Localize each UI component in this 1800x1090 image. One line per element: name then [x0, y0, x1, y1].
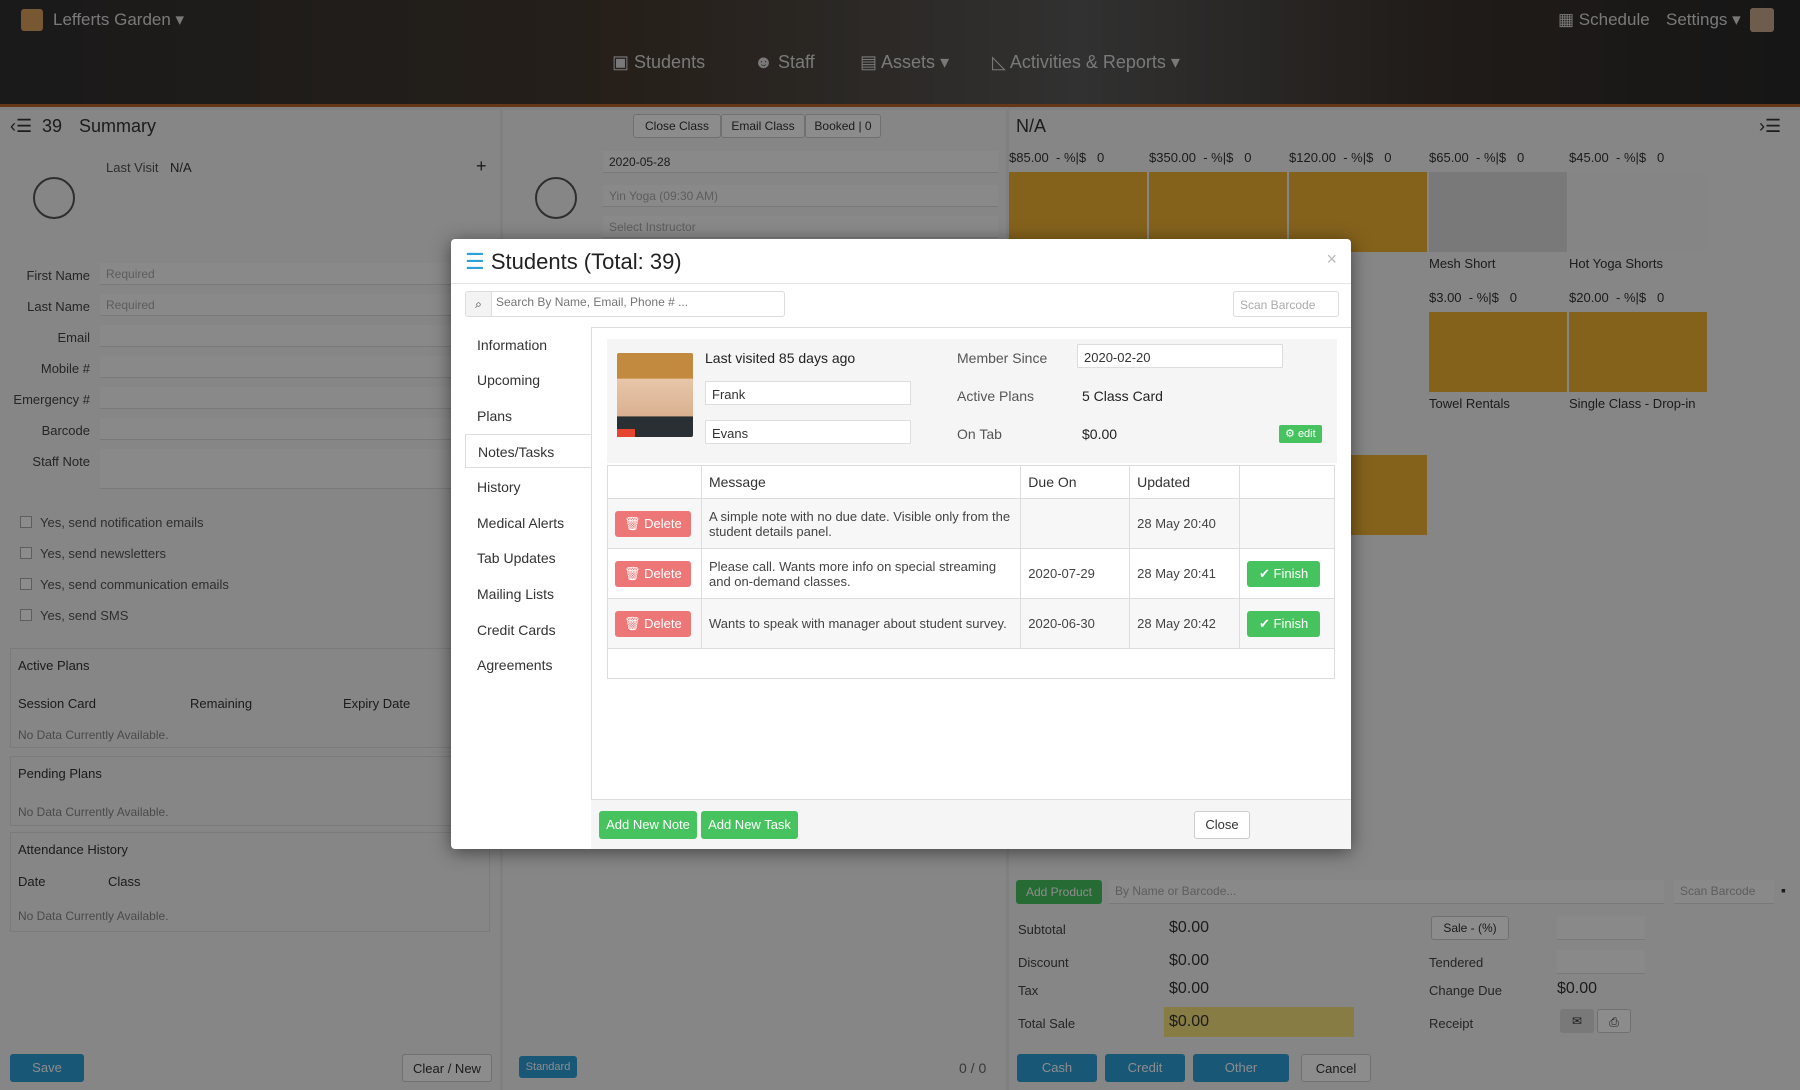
students-modal: ☰ Students (Total: 39) × ⌕ Scan Barcode … [451, 239, 1351, 849]
edit-label: edit [1297, 428, 1316, 440]
tab-agreements[interactable]: Agreements [465, 648, 591, 682]
note-due: 2020-07-29 [1020, 548, 1131, 599]
close-button[interactable]: Close [1194, 811, 1250, 839]
on-tab-label: On Tab [957, 426, 1002, 442]
note-due [1020, 498, 1131, 549]
divider [451, 283, 1351, 284]
close-icon[interactable]: × [1326, 249, 1337, 270]
delete-button[interactable]: 🗑 Delete [615, 560, 691, 587]
note-updated: 28 May 20:42 [1129, 598, 1240, 649]
notes-table: Message Due On Updated 🗑 Delete A simple… [607, 465, 1335, 679]
search-icon: ⌕ [466, 292, 492, 316]
add-new-note-button[interactable]: Add New Note [599, 811, 697, 839]
finish-label: Finish [1273, 615, 1309, 631]
col-actions [607, 465, 702, 499]
member-since-label: Member Since [957, 350, 1048, 366]
table-empty-row [607, 648, 1335, 679]
finish-label: Finish [1273, 565, 1309, 581]
trash-icon: 🗑 [624, 615, 641, 631]
check-icon: ✔ [1259, 565, 1270, 581]
member-since-field[interactable]: 2020-02-20 [1077, 344, 1283, 368]
note-updated: 28 May 20:41 [1129, 548, 1240, 599]
table-header-row: Message Due On Updated [607, 465, 1335, 499]
modal-title-text: Students (Total: 39) [490, 249, 682, 274]
tab-medical-alerts[interactable]: Medical Alerts [465, 506, 591, 540]
on-tab-value: $0.00 [1082, 426, 1118, 442]
gear-icon: ⚙ [1285, 428, 1295, 440]
trash-icon: 🗑 [624, 565, 641, 581]
col-message: Message [700, 465, 1022, 499]
student-search[interactable]: ⌕ [465, 291, 785, 317]
table-row: 🗑 Delete A simple note with no due date.… [607, 498, 1335, 549]
note-updated: 28 May 20:40 [1129, 498, 1240, 549]
note-message: Wants to speak with manager about studen… [700, 598, 1022, 649]
tab-credit-cards[interactable]: Credit Cards [465, 613, 591, 647]
delete-label: Delete [644, 565, 682, 581]
scan-barcode-input[interactable]: Scan Barcode [1233, 291, 1339, 317]
first-name-field[interactable]: Frank [705, 381, 911, 405]
finish-button[interactable]: ✔ Finish [1247, 610, 1321, 637]
col-updated: Updated [1129, 465, 1240, 499]
status-flag [617, 429, 635, 437]
table-row: 🗑 Delete Please call. Wants more info on… [607, 548, 1335, 599]
note-finish-cell [1239, 498, 1335, 549]
student-search-input[interactable] [496, 295, 776, 309]
modal-footer: Add New Note Add New Task Close [591, 799, 1351, 849]
delete-label: Delete [644, 615, 682, 631]
tab-tab-updates[interactable]: Tab Updates [465, 541, 591, 575]
col-finish [1239, 465, 1335, 499]
modal-title: ☰ Students (Total: 39) [465, 249, 682, 275]
col-due-on: Due On [1020, 465, 1131, 499]
add-new-task-button[interactable]: Add New Task [701, 811, 798, 839]
tab-upcoming[interactable]: Upcoming [465, 363, 591, 397]
student-profile-card: Last visited 85 days ago Frank Evans Mem… [607, 339, 1337, 463]
tab-mailing-lists[interactable]: Mailing Lists [465, 577, 591, 611]
check-icon: ✔ [1259, 615, 1270, 631]
active-plans-label: Active Plans [957, 388, 1035, 404]
tab-history[interactable]: History [465, 470, 591, 504]
delete-button[interactable]: 🗑 Delete [615, 510, 691, 537]
note-message: A simple note with no due date. Visible … [700, 498, 1022, 549]
active-plans-value: 5 Class Card [1082, 388, 1163, 404]
last-visited-text: Last visited 85 days ago [705, 350, 856, 366]
list-icon: ☰ [465, 249, 485, 274]
delete-button[interactable]: 🗑 Delete [615, 610, 691, 637]
table-row: 🗑 Delete Wants to speak with manager abo… [607, 598, 1335, 649]
edit-tab-button[interactable]: ⚙ edit [1279, 425, 1322, 443]
trash-icon: 🗑 [624, 515, 641, 531]
student-photo[interactable] [617, 353, 693, 437]
tab-plans[interactable]: Plans [465, 399, 591, 433]
tab-notes-tasks[interactable]: Notes/Tasks [465, 434, 591, 468]
note-due: 2020-06-30 [1020, 598, 1131, 649]
finish-button[interactable]: ✔ Finish [1247, 560, 1321, 587]
delete-label: Delete [644, 515, 682, 531]
note-message: Please call. Wants more info on special … [700, 548, 1022, 599]
last-name-field[interactable]: Evans [705, 420, 911, 444]
tab-information[interactable]: Information [465, 328, 591, 362]
